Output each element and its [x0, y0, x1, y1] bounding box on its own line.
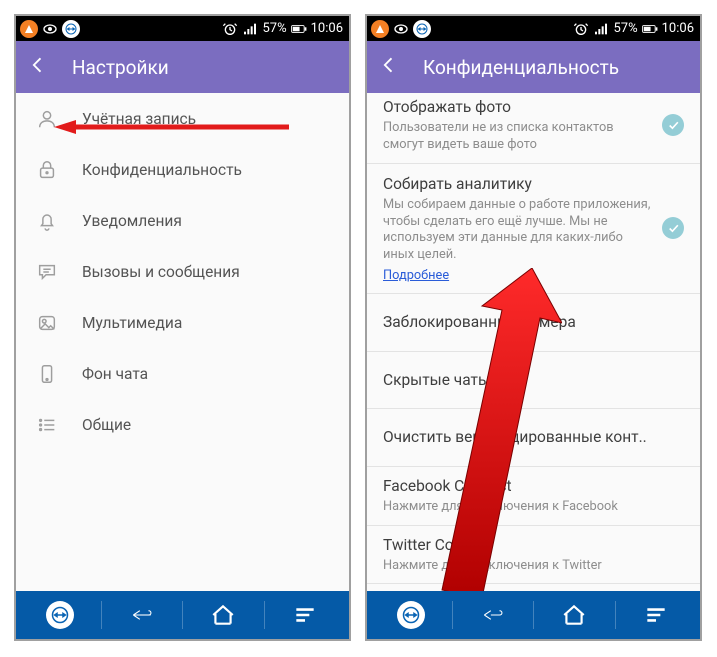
item-subtitle: Нажмите для подключения к Twitter	[383, 558, 676, 575]
back-button[interactable]	[379, 55, 399, 80]
chat-icon	[36, 261, 58, 283]
settings-label: Конфиденциальность	[82, 161, 242, 179]
clock-time: 10:06	[662, 21, 694, 36]
navbar-home[interactable]	[534, 591, 615, 639]
item-title: Twitter Connect	[383, 535, 676, 556]
user-icon	[36, 108, 58, 130]
navbar-home[interactable]	[183, 591, 264, 639]
page-title: Конфиденциальность	[423, 56, 619, 79]
settings-item-notifications[interactable]: Уведомления	[16, 195, 349, 246]
learn-more-link[interactable]: Подробнее	[383, 268, 449, 283]
item-title: Скрытые чаты	[383, 370, 676, 391]
phone-privacy: 57% 10:06 Конфиденциальность Отображать …	[365, 14, 702, 641]
item-title: Отображать фото	[383, 97, 654, 118]
alarm-icon	[573, 21, 589, 37]
privacy-item-facebook[interactable]: Facebook Connect Нажмите для подключения…	[367, 467, 700, 526]
item-subtitle: Пользователи не из списка контактов смог…	[383, 120, 654, 153]
clock-time: 10:06	[311, 21, 343, 36]
system-navbar	[367, 591, 700, 639]
eye-icon	[42, 21, 58, 37]
appbar: Настройки	[16, 41, 349, 93]
media-icon	[36, 312, 58, 334]
signal-icon	[242, 21, 258, 37]
item-title: Заблокированные номера	[383, 312, 676, 333]
settings-label: Учётная запись	[82, 110, 196, 128]
settings-label: Фон чата	[82, 365, 148, 383]
battery-pct: 57%	[262, 21, 286, 36]
navbar-app[interactable]	[371, 591, 452, 639]
battery-pct: 57%	[613, 21, 637, 36]
item-subtitle: Нажмите для подключения к Facebook	[383, 499, 676, 516]
privacy-item-hidden[interactable]: Скрытые чаты	[367, 352, 700, 410]
settings-list: Учётная запись Конфиденциальность Уведом…	[16, 93, 349, 591]
status-left	[20, 20, 80, 38]
settings-label: Вызовы и сообщения	[82, 263, 240, 281]
navbar-recent[interactable]	[616, 591, 697, 639]
settings-item-media[interactable]: Мультимедиа	[16, 297, 349, 348]
lock-icon	[36, 159, 58, 181]
settings-label: Уведомления	[82, 212, 182, 230]
privacy-item-analytics[interactable]: Собирать аналитику Мы собираем данные о …	[367, 164, 700, 293]
back-button[interactable]	[28, 55, 48, 80]
item-title: Facebook Connect	[383, 476, 676, 497]
signal-icon	[593, 21, 609, 37]
page-title: Настройки	[72, 56, 169, 79]
navbar-back[interactable]	[453, 591, 534, 639]
bell-icon	[36, 210, 58, 232]
appbar: Конфиденциальность	[367, 41, 700, 93]
notification-icon	[371, 20, 389, 38]
settings-item-calls[interactable]: Вызовы и сообщения	[16, 246, 349, 297]
settings-item-background[interactable]: Фон чата	[16, 348, 349, 399]
status-bar: 57% 10:06	[16, 16, 349, 41]
navbar-app[interactable]	[20, 591, 101, 639]
privacy-item-twitter[interactable]: Twitter Connect Нажмите для подключения …	[367, 526, 700, 585]
teamviewer-icon	[62, 20, 80, 38]
status-right: 57% 10:06	[222, 21, 343, 37]
teamviewer-icon	[413, 20, 431, 38]
settings-item-privacy[interactable]: Конфиденциальность	[16, 144, 349, 195]
toggle-on-icon[interactable]	[662, 114, 684, 136]
battery-icon	[642, 21, 658, 37]
teamviewer-icon	[397, 601, 425, 629]
phone-settings: 57% 10:06 Настройки Учётная запись	[14, 14, 351, 641]
notification-icon	[20, 20, 38, 38]
settings-item-account[interactable]: Учётная запись	[16, 93, 349, 144]
list-icon	[36, 414, 58, 436]
item-subtitle: Мы собираем данные о работе приложения, …	[383, 197, 654, 264]
privacy-item-blocked[interactable]: Заблокированные номера	[367, 294, 700, 352]
teamviewer-icon	[46, 601, 74, 629]
eye-icon	[393, 21, 409, 37]
system-navbar	[16, 591, 349, 639]
settings-item-general[interactable]: Общие	[16, 399, 349, 450]
navbar-recent[interactable]	[265, 591, 346, 639]
privacy-list: Отображать фото Пользователи не из списк…	[367, 93, 700, 591]
toggle-on-icon[interactable]	[662, 217, 684, 239]
privacy-item-photo[interactable]: Отображать фото Пользователи не из списк…	[367, 93, 700, 164]
navbar-back[interactable]	[102, 591, 183, 639]
status-left	[371, 20, 431, 38]
item-title: Очистить верифицированные конт..	[383, 427, 676, 448]
alarm-icon	[222, 21, 238, 37]
privacy-item-clear[interactable]: Очистить верифицированные конт..	[367, 409, 700, 467]
settings-label: Мультимедиа	[82, 314, 182, 332]
settings-label: Общие	[82, 416, 131, 434]
status-right: 57% 10:06	[573, 21, 694, 37]
item-title: Собирать аналитику	[383, 174, 654, 195]
phone-icon	[36, 363, 58, 385]
battery-icon	[291, 21, 307, 37]
privacy-item-policy[interactable]: Privacy Policy	[367, 584, 700, 591]
status-bar: 57% 10:06	[367, 16, 700, 41]
